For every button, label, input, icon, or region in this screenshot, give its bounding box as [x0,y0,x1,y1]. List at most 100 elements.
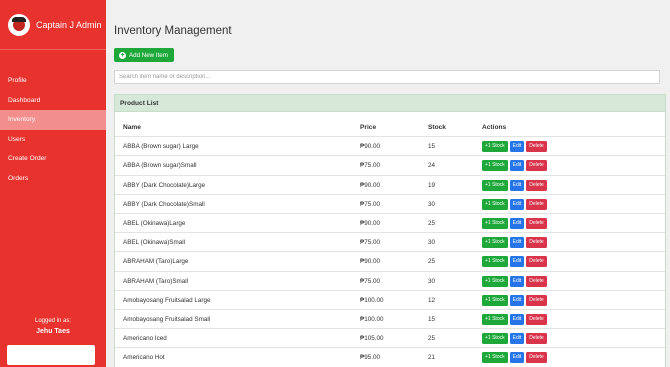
product-price: ₱100.00 [360,296,384,304]
table-header-row: Name Price Stock Actions [115,118,665,138]
product-stock: 21 [428,354,436,362]
delete-button[interactable]: Delete [526,198,547,210]
column-header: Stock [428,124,446,131]
add-stock-button[interactable]: +1 Stock [482,275,508,287]
table-row: ABBA (Brown sugar)Small ₱75.00 24 +1 Stock E… [115,156,665,176]
sidebar-item-users[interactable]: Users [0,130,106,150]
panel-title: Product List [115,95,665,112]
delete-button[interactable]: Delete [526,314,547,325]
add-stock-button[interactable]: +1 Stock [482,314,508,325]
logged-in-user: Jehu Taes [36,328,70,335]
row-actions: +1 Stock Edit Delete [482,256,547,268]
edit-button[interactable]: Edit [509,294,525,306]
delete-button[interactable]: Delete [526,352,547,364]
delete-button[interactable]: Delete [526,237,547,249]
product-name: ABRAHAM (Taro)Large [123,258,189,266]
product-name: Americano Iced [123,335,167,343]
product-stock: 12 [428,296,436,304]
column-header: Name [123,124,141,131]
add-stock-button[interactable]: +1 Stock [482,218,508,229]
column-header: Actions [482,124,507,131]
column-header: Price [360,124,377,131]
delete-button[interactable]: Delete [526,294,547,306]
brand-title: Captain J Admin [36,19,102,30]
table-row: ABRAHAM (Taro)Large ₱90.00 25 +1 Stock Edit D… [115,252,665,272]
search-input[interactable] [114,70,660,84]
product-price: ₱75.00 [360,162,380,170]
delete-button[interactable]: Delete [526,160,547,172]
product-name: Amobayosang Fruitsalad Small [123,316,211,323]
delete-button[interactable]: Delete [526,179,547,191]
delete-button[interactable]: Delete [526,333,547,345]
add-stock-button[interactable]: +1 Stock [482,352,508,364]
product-stock: 15 [428,316,436,323]
sidebar-item-orders[interactable]: Orders [0,169,106,189]
row-actions: +1 Stock Edit Delete [482,237,547,249]
sidebar-item-dashboard[interactable]: Dashboard [0,91,106,111]
product-price: ₱75.00 [360,200,380,208]
edit-button[interactable]: Edit [509,179,525,191]
add-stock-button[interactable]: +1 Stock [482,294,508,306]
main-content: Inventory Management + Add New Item Prod… [106,0,670,367]
page-title: Inventory Management [114,25,232,37]
edit-button[interactable]: Edit [509,218,525,229]
product-name: ABBA (Brown sugar) Large [123,143,199,151]
sidebar-item-inventory[interactable]: Inventory [0,110,106,130]
add-stock-button[interactable]: +1 Stock [482,198,508,210]
edit-button[interactable]: Edit [509,275,525,287]
product-stock: 25 [428,258,436,266]
add-stock-button[interactable]: +1 Stock [482,141,508,153]
table-row: ABBY (Dark Chocolate)Large ₱90.00 19 +1 Sto… [115,176,665,195]
product-stock: 25 [428,335,436,343]
row-actions: +1 Stock Edit Delete [482,160,547,172]
edit-button[interactable]: Edit [509,237,525,249]
sidebar-item-profile[interactable]: Profile [0,71,106,91]
product-price: ₱90.00 [360,143,380,151]
add-stock-button[interactable]: +1 Stock [482,237,508,249]
edit-button[interactable]: Edit [509,160,525,172]
row-actions: +1 Stock Edit Delete [482,179,547,191]
table-row: Americano Hot ₱95.00 21 +1 Stock Edit Delete [115,348,665,367]
row-actions: +1 Stock Edit Delete [482,218,547,229]
product-price: ₱75.00 [360,277,380,285]
edit-button[interactable]: Edit [509,352,525,364]
table-row: ABEL (Okinawa)Small ₱75.00 30 +1 Stock Edit D… [115,233,665,253]
row-actions: +1 Stock Edit Delete [482,294,547,306]
add-stock-button[interactable]: +1 Stock [482,179,508,191]
product-name: ABEL (Okinawa)Large [123,220,186,227]
product-stock: 30 [428,200,436,208]
edit-button[interactable]: Edit [509,333,525,345]
sidebar-nav: Profile Dashboard Inventory Users Create Ord… [0,71,106,188]
add-stock-button[interactable]: +1 Stock [482,256,508,268]
product-stock: 30 [428,239,436,247]
logout-button[interactable] [7,345,95,365]
product-stock: 25 [428,220,436,227]
add-stock-button[interactable]: +1 Stock [482,160,508,172]
delete-button[interactable]: Delete [526,256,547,268]
delete-button[interactable]: Delete [526,141,547,153]
row-actions: +1 Stock Edit Delete [482,141,547,153]
edit-button[interactable]: Edit [509,141,525,153]
logged-in-label: Logged in as: [34,318,72,324]
product-price: ₱90.00 [360,181,380,189]
table-row: Americano Iced ₱105.00 25 +1 Stock Edit Delet… [115,329,665,349]
delete-button[interactable]: Delete [526,275,547,287]
product-list-panel: Product List Name Price Stock Actions ABBA (… [114,94,666,367]
row-actions: +1 Stock Edit Delete [482,275,547,287]
row-actions: +1 Stock Edit Delete [482,333,547,345]
product-price: ₱95.00 [360,354,380,362]
plus-icon: + [119,51,126,59]
edit-button[interactable]: Edit [509,198,525,210]
edit-button[interactable]: Edit [509,314,525,325]
edit-button[interactable]: Edit [509,256,525,268]
delete-button[interactable]: Delete [526,218,547,229]
brand[interactable]: Captain J Admin [0,0,106,50]
product-price: ₱75.00 [360,239,380,247]
table-row: ABBY (Dark Chocolate)Small ₱75.00 30 +1 Sto… [115,195,665,214]
product-stock: 24 [428,162,436,170]
product-name: ABRAHAM (Taro)Small [123,277,189,285]
sidebar-item-create-order[interactable]: Create Order [0,149,106,169]
product-name: ABBY (Dark Chocolate)Small [123,200,205,208]
add-item-button[interactable]: + Add New Item [114,48,174,62]
add-stock-button[interactable]: +1 Stock [482,333,508,345]
